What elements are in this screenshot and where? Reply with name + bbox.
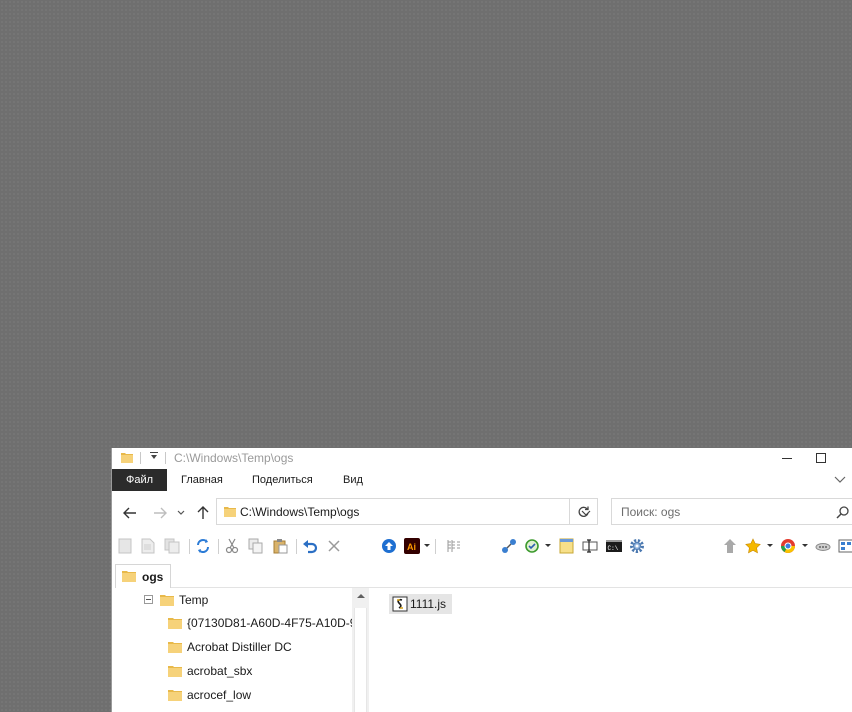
svg-text:C:\: C:\: [608, 545, 619, 552]
refresh-globe-icon[interactable]: [524, 538, 540, 554]
tree-item-acrobat-sbx[interactable]: acrobat_sbx: [112, 660, 370, 682]
command-prompt-icon[interactable]: C:\: [606, 538, 622, 554]
tree-item-label: Acrobat Distiller DC: [187, 640, 292, 654]
refresh-icon: [578, 506, 589, 517]
title-bar[interactable]: C:\Windows\Temp\ogs: [112, 448, 852, 468]
folder-icon: [122, 569, 136, 583]
js-script-icon: [392, 596, 408, 612]
back-arrow-icon[interactable]: [122, 505, 138, 521]
move-up-icon[interactable]: [722, 538, 738, 554]
folder-icon: [168, 616, 182, 630]
copy-document-icon[interactable]: [164, 538, 180, 554]
toolbar-separator: [218, 539, 219, 554]
chevron-down-icon[interactable]: [833, 472, 847, 486]
navigation-tree: Temp {07130D81-A60D-4F75-A10D-9B Acrobat…: [112, 588, 370, 712]
folder-icon: [168, 640, 182, 654]
folder-icon: [224, 506, 236, 517]
toolbar-separator: [435, 539, 436, 554]
undo-icon[interactable]: [302, 538, 318, 554]
window-title: C:\Windows\Temp\ogs: [174, 451, 294, 465]
search-input[interactable]: Поиск: ogs: [621, 505, 680, 519]
favorites-star-icon[interactable]: [745, 538, 761, 554]
browser-icon[interactable]: [780, 538, 796, 554]
search-icon[interactable]: [836, 505, 850, 519]
folder-icon: [160, 593, 174, 607]
ribbon-tab-bar: Файл Главная Поделиться Вид: [112, 469, 852, 491]
tree-item-acrocef-low[interactable]: acrocef_low: [112, 684, 370, 706]
folder-icon: [168, 664, 182, 678]
svg-text:Ai: Ai: [407, 542, 416, 552]
tree-item-label: Temp: [179, 593, 209, 607]
tree-scrollbar[interactable]: [352, 588, 369, 712]
tree-item-label: acrocef_low: [187, 688, 252, 702]
copy-icon[interactable]: [248, 538, 264, 554]
folder-tab-ogs[interactable]: ogs: [115, 564, 171, 588]
file-item-1111-js[interactable]: 1111.js: [389, 594, 452, 614]
network-connect-icon[interactable]: [501, 538, 517, 554]
folder-icon: [168, 688, 182, 702]
tab-home[interactable]: Главная: [181, 469, 223, 491]
browser-dropdown-icon[interactable]: [802, 544, 808, 547]
tab-share[interactable]: Поделиться: [252, 469, 313, 491]
tree-item-acrobat-distiller[interactable]: Acrobat Distiller DC: [112, 636, 370, 658]
view-grid-icon[interactable]: [838, 538, 852, 554]
tools-icon[interactable]: [815, 538, 831, 554]
toolbar-separator: [189, 539, 190, 554]
address-bar[interactable]: C:\Windows\Temp\ogs: [216, 498, 598, 525]
new-file-icon[interactable]: [117, 538, 133, 554]
explorer-window: C:\Windows\Temp\ogs Файл Главная Поделит…: [111, 448, 852, 712]
tree-item-guid-folder[interactable]: {07130D81-A60D-4F75-A10D-9B: [112, 612, 370, 634]
file-name: 1111.js: [410, 597, 447, 611]
title-separator: [140, 452, 141, 464]
scrollbar-thumb[interactable]: [354, 608, 367, 712]
scroll-up-icon[interactable]: [357, 594, 365, 598]
illustrator-dropdown-icon[interactable]: [424, 544, 430, 547]
globe-dropdown-icon[interactable]: [545, 544, 551, 547]
quick-access-dropdown-icon[interactable]: [148, 451, 160, 465]
document-icon[interactable]: [140, 538, 156, 554]
favorites-dropdown-icon[interactable]: [767, 544, 773, 547]
adobe-illustrator-icon[interactable]: Ai: [404, 538, 420, 554]
up-arrow-icon[interactable]: [195, 505, 211, 521]
forward-arrow-icon[interactable]: [152, 505, 168, 521]
tab-view[interactable]: Вид: [343, 469, 363, 491]
tab-file[interactable]: Файл: [112, 469, 167, 491]
toolbar-separator: [296, 539, 297, 554]
folder-tab-label: ogs: [142, 570, 164, 584]
sync-icon[interactable]: [195, 538, 211, 554]
notepad-icon[interactable]: [559, 538, 575, 554]
collapse-toggle-icon[interactable]: [144, 595, 153, 604]
gear-icon[interactable]: [629, 538, 645, 554]
cut-icon[interactable]: [224, 538, 240, 554]
rename-field-icon[interactable]: [582, 538, 598, 554]
toolbar: Ai C:\: [112, 535, 852, 557]
upload-icon[interactable]: [381, 538, 397, 554]
folder-icon: [121, 452, 133, 463]
address-path[interactable]: C:\Windows\Temp\ogs: [240, 505, 359, 519]
title-separator: [165, 452, 166, 464]
maximize-button[interactable]: [801, 448, 841, 468]
address-row: C:\Windows\Temp\ogs Поиск: ogs: [112, 498, 852, 528]
refresh-button[interactable]: [569, 498, 597, 525]
tree-item-label: acrobat_sbx: [187, 664, 253, 678]
paste-icon[interactable]: [272, 538, 288, 554]
tree-item-temp[interactable]: Temp: [112, 589, 370, 611]
columns-icon[interactable]: [446, 538, 462, 554]
search-box[interactable]: Поиск: ogs: [611, 498, 852, 525]
delete-icon[interactable]: [326, 538, 342, 554]
recent-chevron-icon[interactable]: [176, 505, 186, 521]
tree-item-label: {07130D81-A60D-4F75-A10D-9B: [187, 616, 365, 630]
